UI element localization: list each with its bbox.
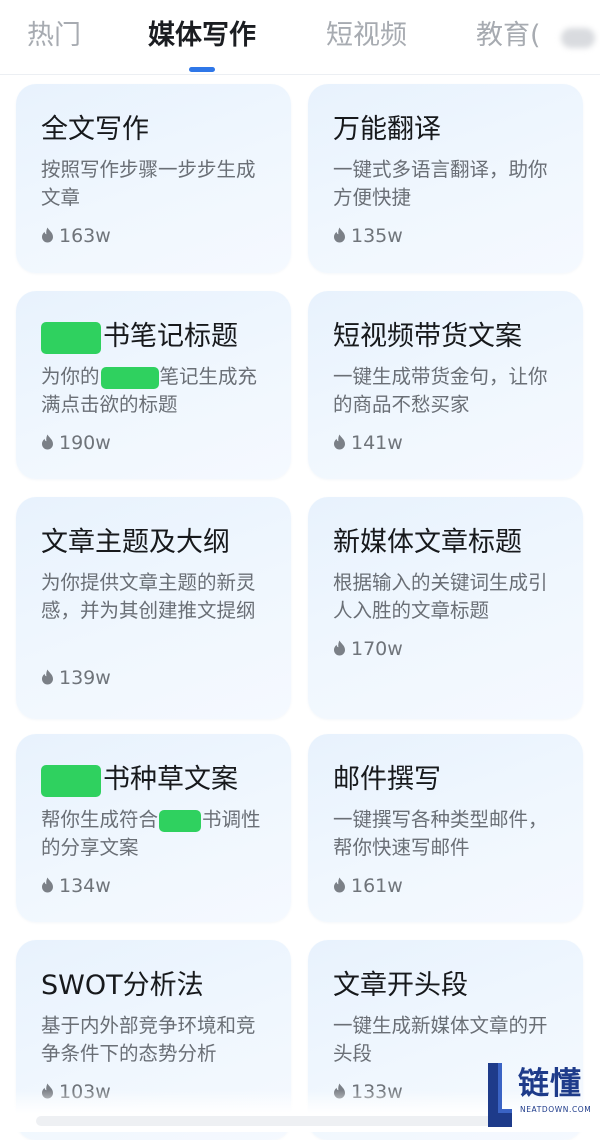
redaction-mark [41,764,101,797]
card-usage-count: 134w [41,874,111,898]
usage-count-value: 139w [59,667,111,689]
card-description: 一键式多语言翻译，助你方便快捷 [333,158,548,209]
card-usage-count: 161w [333,874,403,898]
card-note-title[interactable]: 书笔记标题 为你的 笔记生成充满点击欲的标题 190w [16,291,291,479]
redaction-mark [100,366,159,389]
template-card-grid: 全文写作 按照写作步骤一步步生成文章 163w 万能翻译 一键式多语言翻译，助你… [0,74,600,1140]
card-email-writing[interactable]: 邮件撰写 一键撰写各种类型邮件，帮你快速写邮件 161w [308,734,583,922]
flame-icon [334,877,345,893]
redaction-mark [41,321,101,354]
card-title: 短视频带货文案 [333,321,522,352]
card-usage-count: 170w [333,637,403,661]
card-short-video-sales-copy[interactable]: 短视频带货文案 一键生成带货金句，让你的商品不愁买家 141w [308,291,583,479]
tab-media-writing[interactable]: 媒体写作 [148,16,256,56]
card-title: 文章开头段 [333,970,468,1001]
card-title-text: 书种草文案 [103,764,238,795]
card-description: 一键撰写各种类型邮件，帮你快速写邮件 [333,808,548,859]
card-description: 一键生成带货金句，让你的商品不愁买家 [333,365,548,416]
flame-icon [42,877,53,893]
card-description: 帮你生成符合 书调性的分享文案 [41,806,273,862]
tab-hot[interactable]: 热门 [27,16,81,56]
usage-count-value: 163w [59,225,111,247]
card-usage-count: 135w [333,224,403,248]
usage-count-value: 141w [351,432,403,454]
tab-education[interactable]: 教育( [476,16,541,56]
card-seeding-copy[interactable]: 书种草文案 帮你生成符合 书调性的分享文案 134w [16,734,291,922]
card-description: 基于内外部竞争环境和竞争条件下的态势分析 [41,1014,256,1065]
card-title: 书笔记标题 [41,319,238,355]
usage-count-value: 135w [351,225,403,247]
card-title: 万能翻译 [333,114,441,145]
redaction-mark [159,809,202,832]
card-title: 新媒体文章标题 [333,527,522,558]
card-description: 为你的 笔记生成充满点击欲的标题 [41,363,273,419]
card-title: SWOT分析法 [41,970,204,1001]
card-universal-translation[interactable]: 万能翻译 一键式多语言翻译，助你方便快捷 135w [308,84,583,273]
watermark-logo: 链懂 NEATDOWN.COM [482,1057,600,1132]
card-description: 根据输入的关键词生成引人入胜的文章标题 [333,571,548,622]
category-tab-bar: 热门 媒体写作 短视频 教育( [0,0,600,75]
usage-count-value: 170w [351,638,403,660]
bottom-bar [36,1116,506,1126]
card-title: 邮件撰写 [333,764,441,795]
usage-count-value: 134w [59,875,111,897]
flame-icon [42,434,53,450]
watermark-l-icon [488,1063,512,1127]
flame-icon [42,669,53,685]
card-title-text: 书笔记标题 [103,321,238,352]
usage-count-value: 161w [351,875,403,897]
card-full-text-writing[interactable]: 全文写作 按照写作步骤一步步生成文章 163w [16,84,291,273]
watermark-text: 链懂 [518,1066,582,1102]
flame-icon [334,227,345,243]
card-description: 按照写作步骤一步步生成文章 [41,158,256,209]
tab-overflow-blur [561,28,595,48]
card-title: 文章主题及大纲 [41,527,230,558]
card-title: 书种草文案 [41,762,238,798]
card-desc-part1: 为你的 [41,365,100,388]
usage-count-value: 190w [59,432,111,454]
card-description: 为你提供文章主题的新灵感，并为其创建推文提纲 [41,571,256,622]
card-usage-count: 163w [41,224,111,248]
card-article-topic-outline[interactable]: 文章主题及大纲 为你提供文章主题的新灵感，并为其创建推文提纲 139w [16,497,291,719]
card-desc-part1: 帮你生成符合 [41,808,159,831]
flame-icon [334,640,345,656]
tab-short-video[interactable]: 短视频 [326,16,407,56]
flame-icon [334,434,345,450]
card-usage-count: 190w [41,431,111,455]
card-title: 全文写作 [41,114,149,145]
card-usage-count: 141w [333,431,403,455]
watermark-subtext: NEATDOWN.COM [520,1105,592,1114]
card-usage-count: 139w [41,666,111,690]
flame-icon [42,227,53,243]
active-tab-indicator [189,67,215,72]
card-new-media-article-title[interactable]: 新媒体文章标题 根据输入的关键词生成引人入胜的文章标题 170w [308,497,583,719]
